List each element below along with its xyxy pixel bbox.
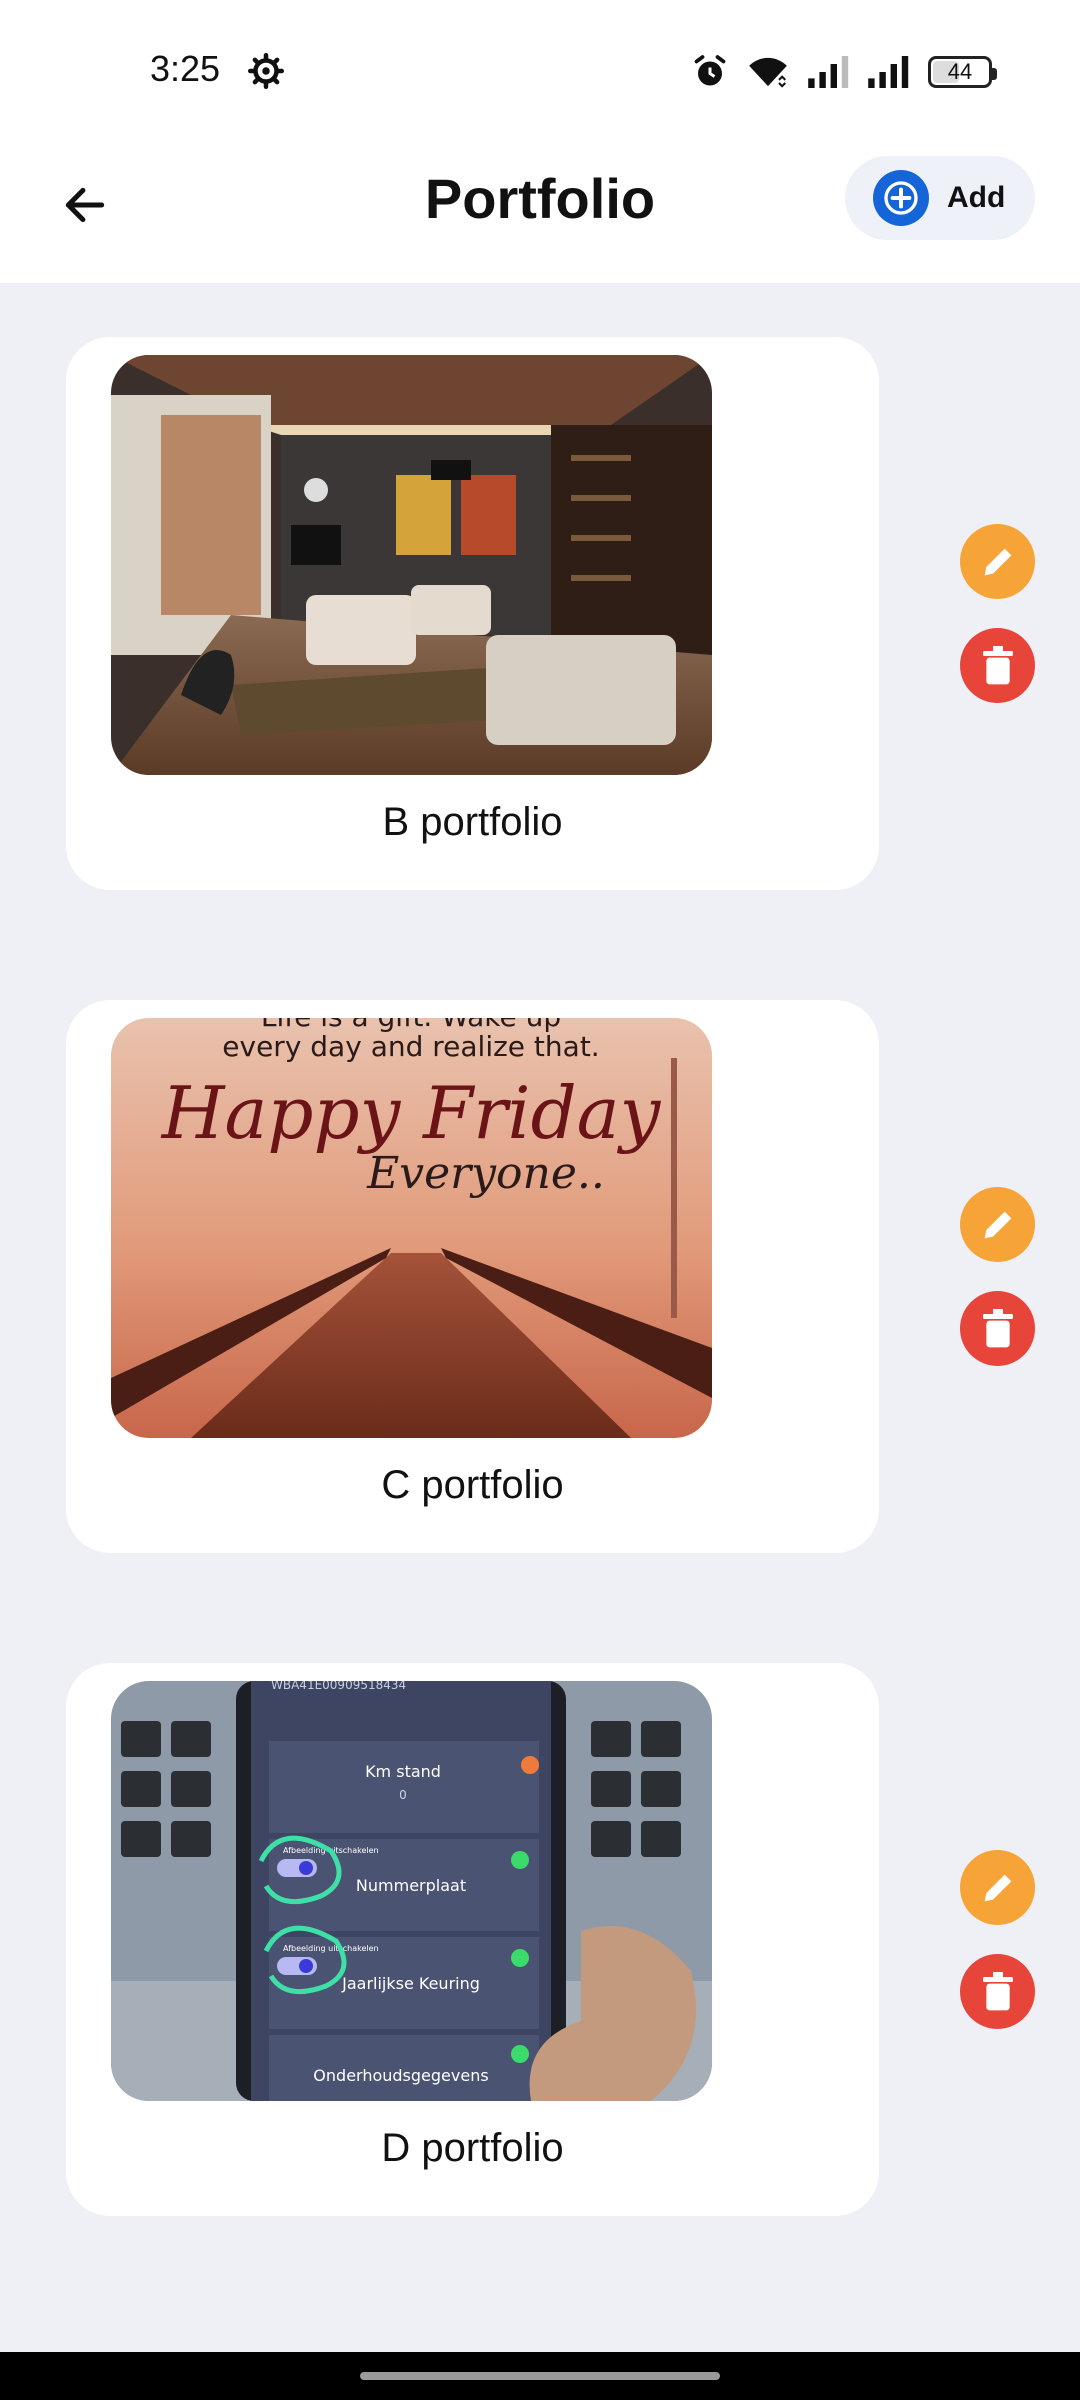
image-text-toggle-label: Afbeelding uitschakelen (283, 1944, 379, 1953)
portfolio-image: WBA41E00909518434 Km stand 0 Nummerplaat… (111, 1681, 712, 2101)
edit-button[interactable] (960, 1850, 1035, 1925)
portfolio-label: C portfolio (381, 1463, 564, 1507)
plus-circle-icon (873, 170, 929, 226)
trash-icon (982, 1308, 1013, 1347)
settings-icon (248, 53, 284, 89)
edit-button[interactable] (960, 1187, 1035, 1262)
portfolio-label: D portfolio (381, 2126, 564, 2170)
trash-icon (982, 645, 1013, 684)
portfolio-card[interactable]: WBA41E00909518434 Km stand 0 Nummerplaat… (66, 1663, 879, 2216)
image-text-line4: Everyone.. (366, 1148, 605, 1199)
home-handle[interactable] (360, 2372, 720, 2380)
portfolio-image (111, 355, 712, 775)
image-text-vin: WBA41E00909518434 (271, 1681, 406, 1692)
portfolio-card[interactable]: Life is a gift. Wake up every day and re… (66, 1000, 879, 1553)
portfolio-card[interactable]: B portfolio (66, 337, 879, 890)
image-text-km-value: 0 (399, 1788, 407, 1802)
signal-icon (808, 56, 849, 88)
signal-icon (868, 56, 909, 88)
image-text-km: Km stand (365, 1762, 441, 1781)
wifi-icon (749, 57, 787, 88)
image-text-line3: Happy Friday (160, 1071, 662, 1155)
pencil-icon (984, 548, 1011, 575)
battery-level: 44 (947, 59, 973, 84)
status-time: 3:25 (150, 48, 221, 89)
image-text-row3: Onderhoudsgegevens (313, 2066, 488, 2085)
delete-button[interactable] (960, 1954, 1035, 2029)
add-button[interactable]: Add (845, 156, 1035, 240)
delete-button[interactable] (960, 1291, 1035, 1366)
status-bar: 3:25 44 (0, 0, 1080, 140)
image-text-row1: Nummerplaat (356, 1876, 466, 1895)
pencil-icon (984, 1211, 1011, 1238)
pencil-icon (984, 1874, 1011, 1901)
trash-icon (982, 1971, 1013, 2010)
app-bar: Portfolio Add (0, 140, 1080, 283)
edit-button[interactable] (960, 524, 1035, 599)
battery-icon: 44 (928, 56, 997, 88)
status-icons: 44 (692, 52, 997, 92)
image-text-row2: Jaarlijkse Keuring (341, 1974, 480, 1993)
add-label: Add (947, 181, 1006, 214)
system-nav-bar (0, 2352, 1080, 2400)
alarm-icon (694, 55, 726, 86)
image-text-line2: every day and realize that. (222, 1030, 599, 1063)
portfolio-label: B portfolio (382, 800, 563, 844)
portfolio-image: Life is a gift. Wake up every day and re… (111, 1018, 712, 1438)
delete-button[interactable] (960, 628, 1035, 703)
